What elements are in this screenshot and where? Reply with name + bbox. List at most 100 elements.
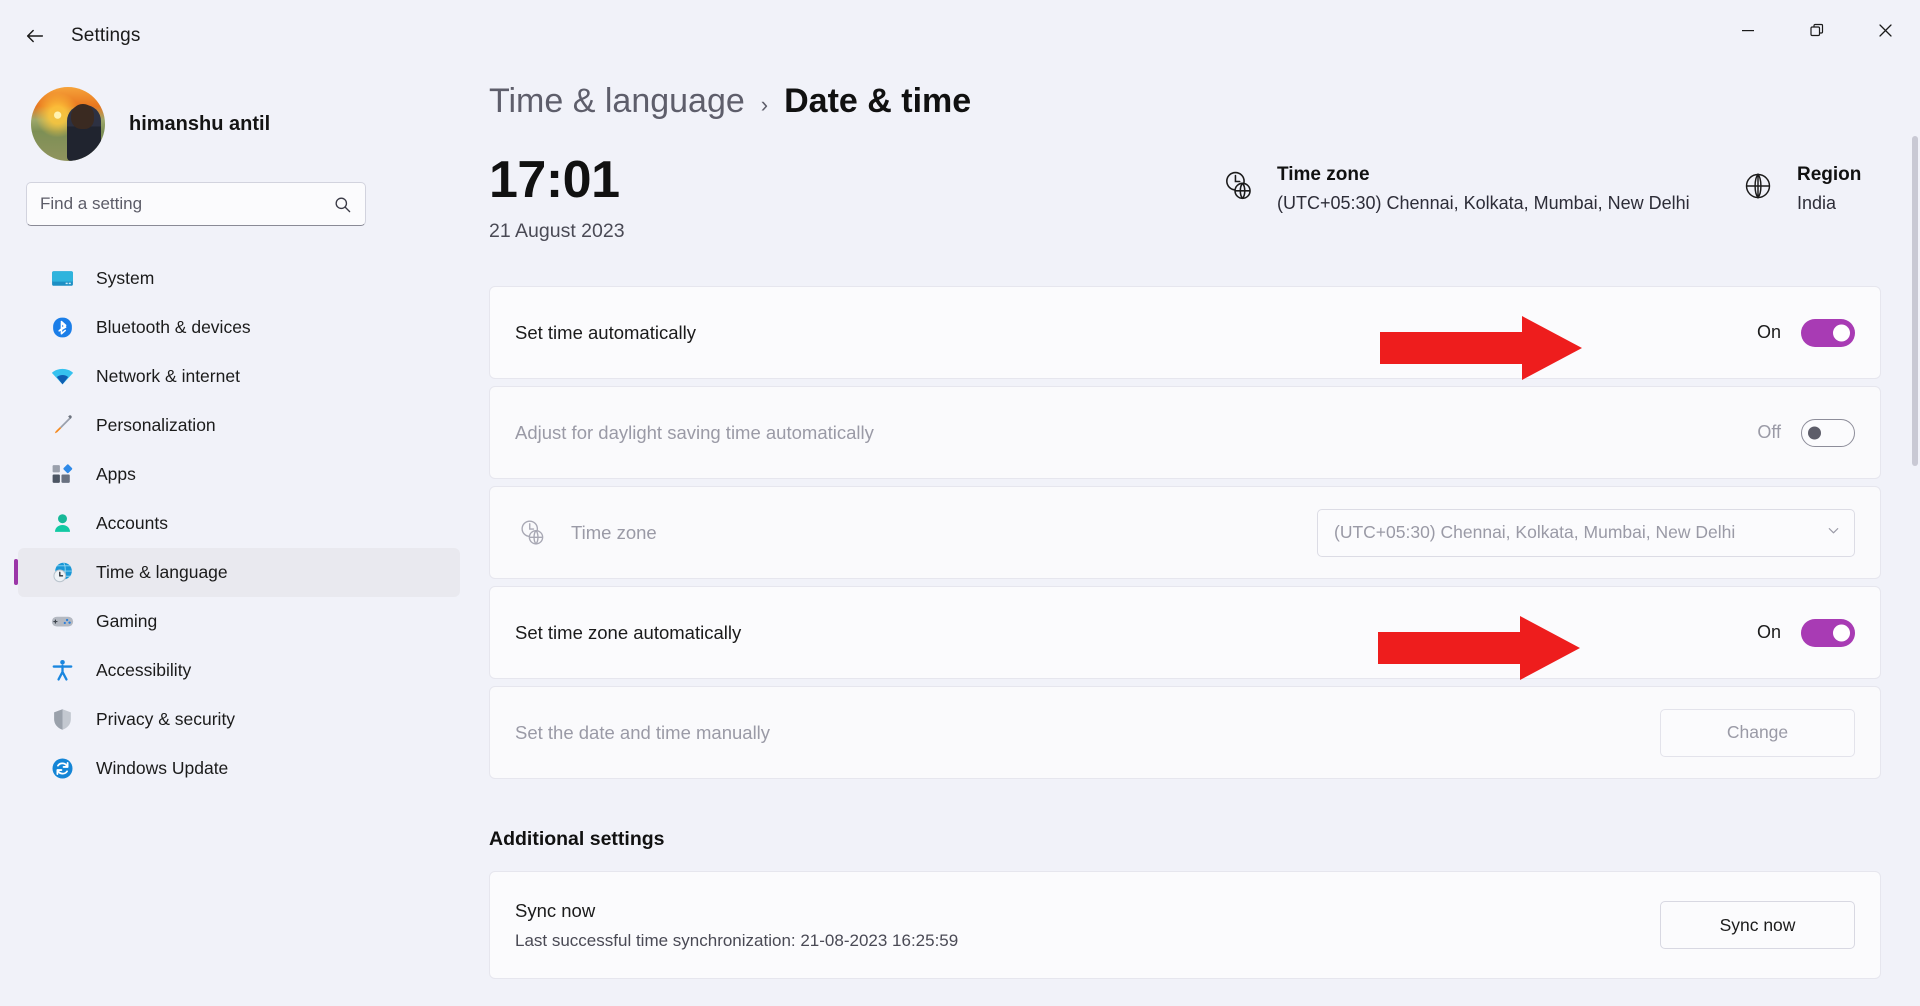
app-title: Settings — [71, 25, 141, 46]
sidebar-item-label: System — [96, 268, 155, 288]
sidebar-item-time-language[interactable]: Time & language — [14, 548, 460, 597]
sidebar-item-bluetooth-devices[interactable]: Bluetooth & devices — [18, 303, 460, 352]
main-content: Time & language › Date & time 17:01 21 A… — [478, 56, 1920, 1006]
toggle-state-text: Off — [1757, 422, 1781, 442]
sidebar-item-system[interactable]: System — [18, 254, 460, 303]
sidebar-item-apps[interactable]: Apps — [18, 450, 460, 499]
system-icon — [48, 265, 76, 293]
row-label: Set the date and time manually — [515, 721, 771, 743]
profile-name: himanshu antil — [129, 112, 271, 135]
toggle-state-text: On — [1756, 622, 1781, 642]
search-icon — [335, 196, 351, 212]
gamepad-icon — [48, 608, 76, 636]
clock-globe-icon — [48, 559, 76, 587]
annotation-arrow-set-time-zone — [1378, 616, 1588, 680]
current-date: 21 August 2023 — [489, 220, 625, 242]
sidebar-item-label: Network & internet — [96, 366, 240, 386]
person-icon — [48, 510, 76, 538]
breadcrumb: Time & language › Date & time — [478, 56, 1920, 121]
sidebar-item-accounts[interactable]: Accounts — [18, 499, 460, 548]
search-box[interactable] — [26, 182, 366, 226]
shield-icon — [48, 706, 76, 734]
sidebar-item-label: Bluetooth & devices — [96, 317, 251, 337]
sync-title: Sync now — [515, 899, 596, 921]
sidebar-item-gaming[interactable]: Gaming — [18, 597, 460, 646]
combobox-value: (UTC+05:30) Chennai, Kolkata, Mumbai, Ne… — [1334, 522, 1736, 542]
row-time-zone: Time zone (UTC+05:30) Chennai, Kolkata, … — [489, 486, 1881, 579]
region-summary: Region India — [1739, 164, 1861, 214]
time-zone-combobox: (UTC+05:30) Chennai, Kolkata, Mumbai, Ne… — [1317, 508, 1855, 557]
row-label: Adjust for daylight saving time automati… — [515, 421, 874, 443]
sidebar: himanshu antil System — [0, 72, 478, 1006]
sync-now-button[interactable]: Sync now — [1660, 901, 1855, 949]
clock-globe-icon — [1219, 167, 1257, 205]
toggle-state-text: On — [1756, 322, 1781, 342]
restore-button[interactable] — [1782, 0, 1851, 60]
content-scrollbar[interactable] — [1912, 136, 1918, 1006]
sidebar-nav: System Bluetooth & devices Network & int… — [0, 254, 478, 793]
row-adjust-daylight-saving: Adjust for daylight saving time automati… — [489, 386, 1881, 479]
clock-summary: 17:01 21 August 2023 Time zone (UTC+05:3… — [489, 154, 1920, 250]
sidebar-item-privacy-security[interactable]: Privacy & security — [18, 695, 460, 744]
adjust-daylight-saving-toggle — [1801, 418, 1855, 447]
sidebar-item-accessibility[interactable]: Accessibility — [18, 646, 460, 695]
timezone-value: (UTC+05:30) Chennai, Kolkata, Mumbai, Ne… — [1277, 193, 1690, 213]
sidebar-item-label: Accessibility — [96, 660, 192, 680]
sidebar-item-label: Personalization — [96, 415, 216, 435]
toggle-knob — [1833, 624, 1850, 641]
sidebar-item-label: Windows Update — [96, 758, 229, 778]
toggle-knob — [1833, 324, 1850, 341]
arrow-left-icon — [26, 29, 44, 43]
sidebar-item-label: Time & language — [96, 562, 228, 582]
additional-settings-heading: Additional settings — [489, 828, 665, 850]
breadcrumb-parent[interactable]: Time & language — [489, 82, 745, 121]
search-input[interactable] — [40, 194, 333, 214]
apps-icon — [48, 461, 76, 489]
sidebar-item-windows-update[interactable]: Windows Update — [18, 744, 460, 793]
minimize-button[interactable] — [1713, 0, 1782, 60]
restore-icon — [1809, 23, 1823, 37]
close-button[interactable] — [1851, 0, 1920, 60]
update-icon — [48, 755, 76, 783]
annotation-arrow-set-time — [1380, 316, 1590, 380]
settings-list: Set time automatically On Adjust for day… — [489, 286, 1881, 779]
row-set-date-time-manually: Set the date and time manually Change — [489, 686, 1881, 779]
scrollbar-thumb[interactable] — [1912, 136, 1918, 466]
page-title: Date & time — [784, 82, 972, 120]
accessibility-icon — [48, 657, 76, 685]
row-label: Set time automatically — [515, 321, 696, 343]
row-label: Set time zone automatically — [515, 621, 742, 643]
window-controls — [1713, 0, 1920, 60]
avatar — [31, 87, 105, 161]
row-sync-now[interactable]: Sync now Last successful time synchroniz… — [489, 871, 1881, 979]
current-time: 17:01 — [489, 151, 620, 209]
row-label: Time zone — [571, 521, 657, 543]
settings-window: Settings himanshu antil Find a setting S… — [0, 0, 1920, 1006]
back-button[interactable] — [8, 14, 62, 58]
globe-icon — [1739, 167, 1777, 205]
close-icon — [1879, 23, 1892, 37]
minimize-icon — [1741, 30, 1754, 32]
row-set-time-zone-automatically[interactable]: Set time zone automatically On — [489, 586, 1881, 680]
sync-subtitle: Last successful time synchronization: 21… — [515, 930, 959, 950]
toggle-knob — [1808, 426, 1821, 439]
set-time-zone-automatically-toggle[interactable] — [1801, 618, 1855, 647]
sidebar-item-label: Privacy & security — [96, 709, 236, 729]
row-set-time-automatically[interactable]: Set time automatically On — [489, 286, 1881, 380]
paintbrush-icon — [48, 412, 76, 440]
timezone-summary: Time zone (UTC+05:30) Chennai, Kolkata, … — [1219, 164, 1690, 214]
sidebar-item-label: Apps — [96, 464, 136, 484]
timezone-label: Time zone — [1277, 164, 1370, 185]
chevron-down-icon — [1826, 523, 1841, 543]
wifi-icon — [48, 363, 76, 391]
set-time-automatically-toggle[interactable] — [1801, 318, 1855, 347]
region-value: India — [1797, 193, 1837, 213]
bluetooth-icon — [48, 314, 76, 342]
clock-globe-icon — [515, 516, 549, 550]
region-label: Region — [1797, 164, 1862, 185]
sidebar-item-personalization[interactable]: Personalization — [18, 401, 460, 450]
sidebar-item-network-internet[interactable]: Network & internet — [18, 352, 460, 401]
sidebar-item-label: Gaming — [96, 611, 158, 631]
profile-block[interactable]: himanshu antil — [0, 72, 478, 164]
sidebar-item-label: Accounts — [96, 513, 168, 533]
